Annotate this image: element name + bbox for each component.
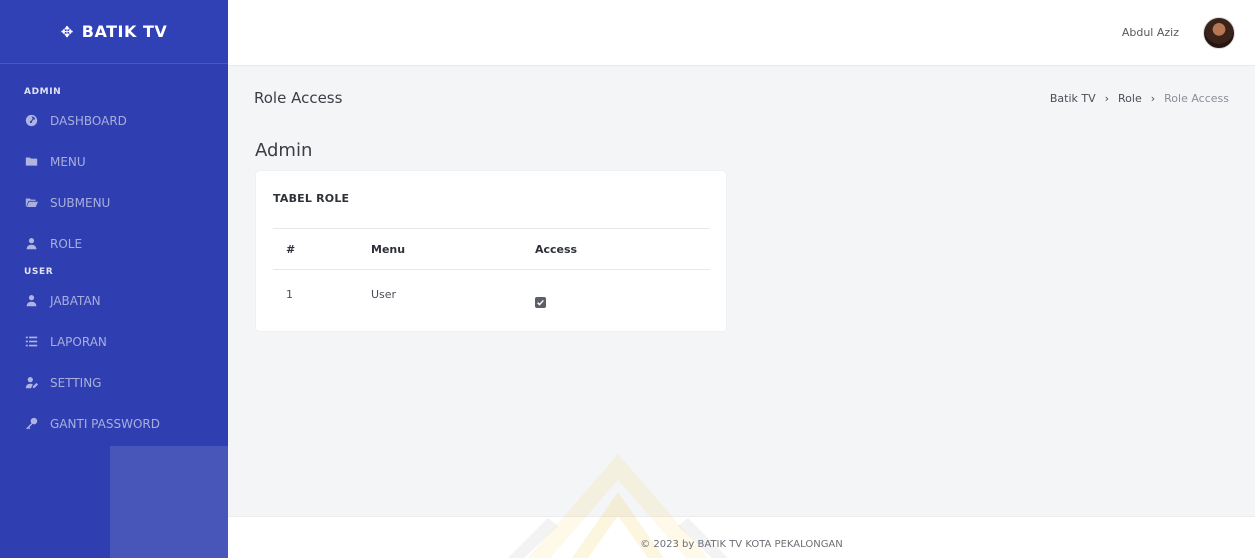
sidebar-item-ganti-password[interactable]: GANTI PASSWORD xyxy=(0,403,228,444)
sidebar-item-label: MENU xyxy=(50,154,86,169)
folder-icon xyxy=(24,155,38,169)
brand-name: BATIK TV xyxy=(81,22,168,41)
list-icon xyxy=(24,335,38,349)
breadcrumb-item-home[interactable]: Batik TV xyxy=(1050,92,1096,105)
dashboard-icon xyxy=(24,114,38,128)
check-icon xyxy=(537,299,544,306)
sidebar-item-label: ROLE xyxy=(50,236,83,251)
access-checkbox[interactable] xyxy=(535,297,546,308)
user-edit-icon xyxy=(24,376,38,390)
footer-copyright: © 2023 by BATIK TV KOTA PEKALONGAN xyxy=(640,539,843,550)
role-table-card: TABEL ROLE # Menu Access 1 User xyxy=(255,170,727,332)
key-icon xyxy=(24,417,38,431)
avatar[interactable] xyxy=(1203,17,1235,49)
sidebar-item-label: DASHBOARD xyxy=(50,113,127,128)
sidebar-item-label: JABATAN xyxy=(50,293,101,308)
column-header-menu: Menu xyxy=(371,243,406,256)
sidebar-item-setting[interactable]: SETTING xyxy=(0,362,228,403)
sidebar-item-submenu[interactable]: SUBMENU xyxy=(0,182,228,223)
sidebar-item-label: GANTI PASSWORD xyxy=(50,416,160,431)
sidebar-item-menu[interactable]: MENU xyxy=(0,141,228,182)
sidebar-item-label: SETTING xyxy=(50,375,102,390)
chevron-right-icon: › xyxy=(1150,92,1156,105)
breadcrumb-item-current: Role Access xyxy=(1164,92,1229,105)
brand[interactable]: ✥ BATIK TV xyxy=(0,0,228,64)
sidebar-item-jabatan[interactable]: JABATAN xyxy=(0,280,228,321)
page-title: Role Access xyxy=(254,89,343,107)
breadcrumb-item-role[interactable]: Role xyxy=(1118,92,1142,105)
table-row: 1 User xyxy=(273,270,710,312)
column-header-access: Access xyxy=(535,243,578,256)
row-number: 1 xyxy=(286,288,293,301)
sidebar-item-dashboard[interactable]: DASHBOARD xyxy=(0,100,228,141)
sidebar-item-label: LAPORAN xyxy=(50,334,107,349)
role-name-heading: Admin xyxy=(255,140,313,161)
sidebar-section-user: USER xyxy=(24,267,54,277)
sidebar-section-admin: ADMIN xyxy=(24,87,62,97)
user-icon xyxy=(24,237,38,251)
footer: © 2023 by BATIK TV KOTA PEKALONGAN xyxy=(228,516,1255,558)
folder-open-icon xyxy=(24,196,38,210)
row-menu: User xyxy=(371,288,397,301)
table-header-row: # Menu Access xyxy=(273,228,710,270)
topbar: Abdul Aziz xyxy=(228,0,1255,66)
sidebar: ✥ BATIK TV ADMIN DASHBOARD MENU SUBMENU … xyxy=(0,0,228,558)
breadcrumb: Batik TV › Role › Role Access xyxy=(1050,92,1229,105)
user-icon xyxy=(24,294,38,308)
column-header-number: # xyxy=(286,243,296,256)
sidebar-overlay xyxy=(110,446,228,558)
cross-arrows-icon: ✥ xyxy=(60,22,74,41)
chevron-right-icon: › xyxy=(1104,92,1110,105)
sidebar-item-role[interactable]: ROLE xyxy=(0,223,228,264)
sidebar-item-laporan[interactable]: LAPORAN xyxy=(0,321,228,362)
user-name[interactable]: Abdul Aziz xyxy=(1122,26,1179,39)
role-table: # Menu Access 1 User xyxy=(273,228,710,312)
sidebar-item-label: SUBMENU xyxy=(50,195,111,210)
card-title: TABEL ROLE xyxy=(273,192,350,205)
